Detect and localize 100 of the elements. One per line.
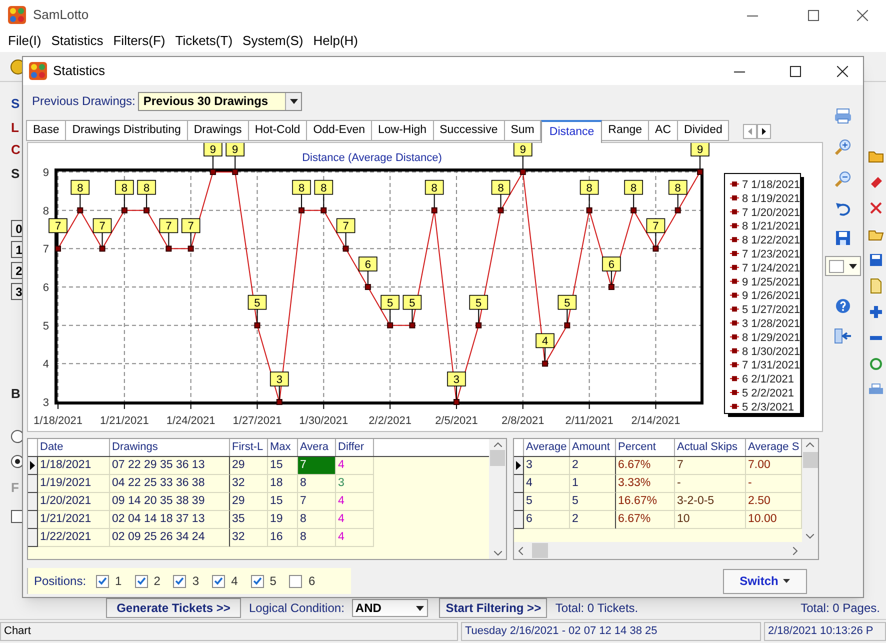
- legend-entry: 5 1/27/2021: [730, 304, 800, 316]
- horizontal-scrollbar[interactable]: [514, 542, 818, 559]
- scrollbar-thumb[interactable]: [802, 452, 818, 468]
- help-icon[interactable]: [835, 298, 851, 314]
- refresh-icon[interactable]: [868, 356, 884, 372]
- maximize-icon[interactable]: [808, 10, 819, 20]
- zoom-in-icon[interactable]: [834, 138, 852, 156]
- tab[interactable]: Range: [601, 120, 650, 141]
- checkbox[interactable]: [96, 574, 110, 588]
- checkbox[interactable]: [289, 574, 302, 588]
- previous-drawings-dropdown[interactable]: Previous 30 Drawings: [138, 92, 302, 110]
- menu-item[interactable]: Statistics: [46, 31, 108, 51]
- table-cell: 4: [336, 493, 374, 511]
- column-header[interactable]: First-L: [230, 439, 268, 456]
- row-indicator[interactable]: [28, 529, 38, 547]
- save-icon[interactable]: [835, 230, 851, 246]
- table-cell: 2: [570, 457, 616, 475]
- tickets-total: Total: 0 Tickets.: [555, 600, 638, 617]
- column-header[interactable]: Avera: [298, 439, 336, 456]
- color-picker-dropdown[interactable]: [825, 256, 861, 276]
- vertical-scrollbar[interactable]: [802, 439, 818, 542]
- logical-condition-dropdown[interactable]: AND: [352, 599, 428, 617]
- row-indicator[interactable]: [28, 457, 38, 475]
- row-indicator[interactable]: [28, 475, 38, 493]
- tab[interactable]: Distance: [541, 120, 602, 143]
- radio-button[interactable]: [11, 455, 22, 468]
- status-bar-field: 2/18/2021 10:13:26 P: [764, 622, 886, 641]
- data-label: 7: [188, 220, 194, 233]
- checkbox[interactable]: [212, 574, 226, 588]
- menu-item[interactable]: Tickets(T): [170, 31, 238, 51]
- menu-item[interactable]: File(I): [3, 31, 46, 51]
- start-filtering-button[interactable]: Start Filtering >>: [439, 598, 548, 618]
- tab[interactable]: Sum: [504, 120, 542, 141]
- delete-x-icon[interactable]: [868, 200, 884, 216]
- column-header[interactable]: Max: [268, 439, 298, 456]
- tab[interactable]: Divided: [677, 120, 730, 141]
- table-cell: 1/22/2021: [38, 529, 110, 547]
- tab[interactable]: Drawings Distributing: [65, 120, 188, 141]
- column-header[interactable]: Amount: [570, 439, 616, 456]
- checkbox[interactable]: [134, 574, 148, 588]
- legend-entry: 8 1/21/2021: [730, 220, 800, 233]
- column-header[interactable]: Actual Skips: [675, 439, 746, 456]
- dropdown-caret-icon: [290, 98, 298, 104]
- undo-icon[interactable]: [835, 202, 851, 216]
- column-header[interactable]: Drawings: [110, 439, 230, 456]
- close-icon[interactable]: [837, 66, 848, 76]
- exit-door-icon[interactable]: [834, 328, 852, 344]
- save-icon[interactable]: [868, 252, 884, 268]
- menu-item[interactable]: System(S): [238, 31, 308, 51]
- tab[interactable]: Hot-Cold: [248, 120, 308, 141]
- data-label: 8: [143, 182, 150, 194]
- maximize-icon[interactable]: [790, 66, 801, 76]
- scrollbar-thumb[interactable]: [532, 543, 548, 558]
- table-cell: 3: [524, 457, 570, 475]
- dropdown-caret-icon: [849, 264, 857, 268]
- number-key[interactable]: 3: [11, 283, 22, 300]
- tab[interactable]: Odd-Even: [306, 120, 372, 141]
- vertical-scrollbar[interactable]: [489, 439, 506, 559]
- dropdown-button[interactable]: [285, 92, 302, 110]
- tab[interactable]: Successive: [432, 120, 505, 141]
- radio-button[interactable]: [11, 430, 22, 443]
- checkbox[interactable]: [11, 510, 22, 523]
- number-key[interactable]: 1: [11, 241, 22, 258]
- checkbox[interactable]: [250, 574, 264, 588]
- pages-total: Total: 0 Pages.: [800, 600, 880, 617]
- scroll-right-button[interactable]: [757, 124, 772, 139]
- tab[interactable]: Low-High: [370, 120, 434, 141]
- table-cell: 29: [230, 457, 268, 475]
- column-header[interactable]: Average: [524, 439, 570, 456]
- number-key[interactable]: 2: [11, 262, 22, 279]
- generate-tickets-button[interactable]: Generate Tickets >>: [106, 598, 241, 618]
- printer-icon[interactable]: [834, 108, 852, 124]
- zoom-out-icon[interactable]: [834, 170, 852, 188]
- checkbox[interactable]: [173, 574, 186, 588]
- tab[interactable]: Base: [26, 120, 66, 141]
- tab[interactable]: AC: [648, 120, 678, 141]
- caret-icon: [783, 579, 790, 583]
- plus-icon[interactable]: [868, 304, 884, 320]
- axis-tick-label: 1/30/2021: [299, 415, 348, 427]
- left-arrow-icon: [748, 128, 752, 135]
- scrollbar-thumb[interactable]: [490, 450, 505, 466]
- row-indicator[interactable]: [28, 493, 38, 511]
- row-indicator[interactable]: [514, 475, 524, 493]
- menu-item[interactable]: Help(H): [308, 31, 363, 51]
- tab[interactable]: Drawings: [186, 120, 249, 141]
- switch-button[interactable]: Switch: [723, 568, 807, 594]
- column-header[interactable]: Differ: [336, 439, 374, 456]
- row-indicator[interactable]: [514, 493, 524, 511]
- legend-entry: 7 1/24/2021: [730, 262, 800, 274]
- axis-tick-label: 3: [42, 397, 49, 409]
- close-icon[interactable]: [857, 10, 868, 20]
- data-label: 8: [491, 180, 510, 211]
- row-indicator[interactable]: [28, 511, 38, 529]
- menu-item[interactable]: Filters(F): [108, 31, 170, 51]
- row-indicator[interactable]: [514, 457, 524, 475]
- document-icon[interactable]: [868, 278, 884, 294]
- row-indicator[interactable]: [514, 511, 524, 529]
- number-key[interactable]: 0: [11, 220, 22, 237]
- column-header[interactable]: Date: [38, 439, 110, 456]
- column-header[interactable]: Percent: [616, 439, 675, 456]
